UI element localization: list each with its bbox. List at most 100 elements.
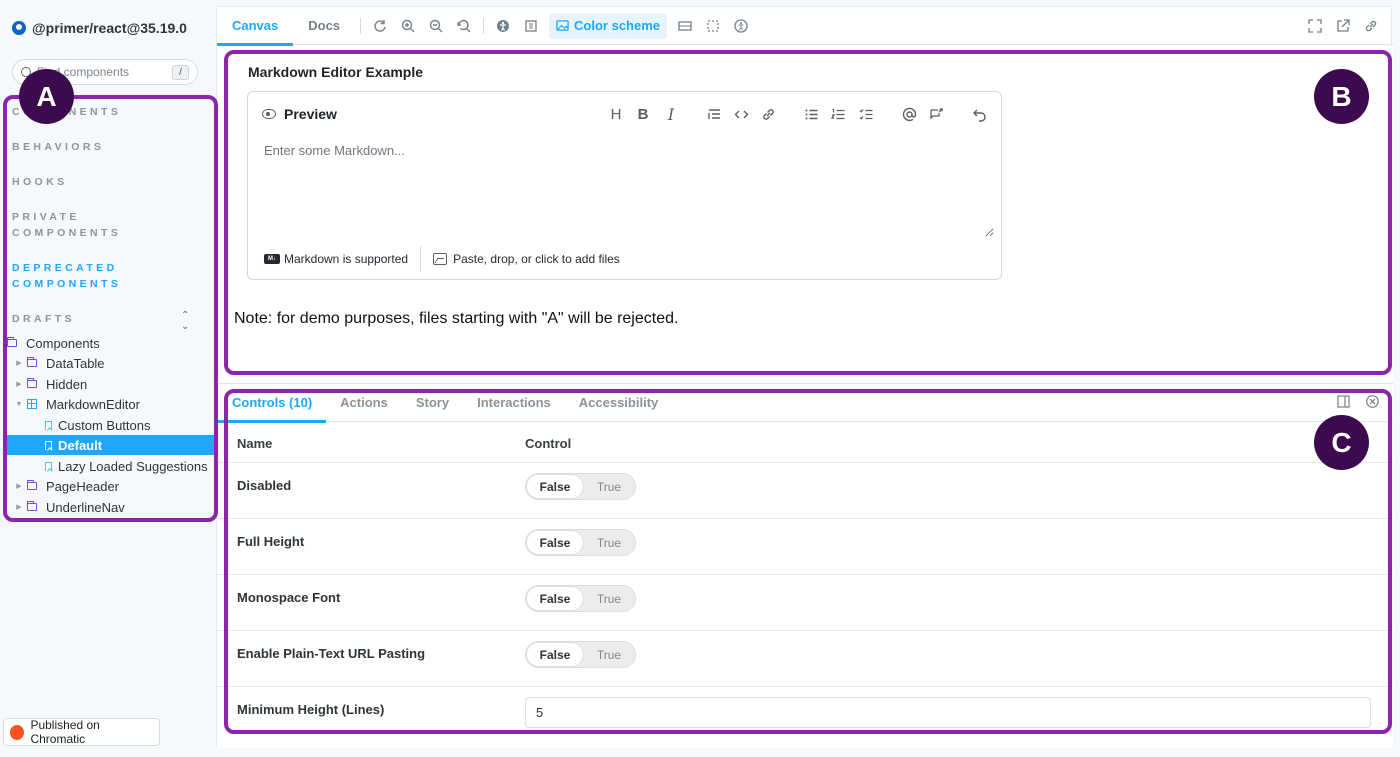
preview-button[interactable]: Preview xyxy=(262,106,337,122)
image-icon xyxy=(556,20,569,31)
tab-canvas[interactable]: Canvas xyxy=(217,7,294,46)
section-drafts[interactable]: DRAFTS xyxy=(12,311,75,327)
section-behaviors[interactable]: BEHAVIORS xyxy=(12,139,104,155)
table-row: Enable Plain-Text URL Pasting False True xyxy=(217,631,1393,687)
toggle-false[interactable]: False xyxy=(527,587,583,610)
story-default[interactable]: Default xyxy=(4,435,214,455)
boolean-toggle-url-pasting[interactable]: False True xyxy=(525,641,636,668)
measure-icon[interactable] xyxy=(699,12,727,40)
preview-label: Preview xyxy=(284,106,337,122)
open-new-tab-icon[interactable] xyxy=(1329,12,1357,40)
chromatic-label: Published on Chromatic xyxy=(30,718,100,746)
attach-files-button[interactable]: Paste, drop, or click to add files xyxy=(433,252,620,266)
toggle-false[interactable]: False xyxy=(527,643,583,666)
tree-item-label: Custom Buttons xyxy=(58,417,151,433)
tree-item-label: DataTable xyxy=(46,355,105,371)
outline-icon[interactable] xyxy=(517,12,545,40)
tree-item-datatable[interactable]: ▶ DataTable xyxy=(4,353,214,373)
ordered-list-icon[interactable] xyxy=(827,103,849,125)
caret-right-icon: ▶ xyxy=(16,504,22,511)
markdown-supported-label: Markdown is supported xyxy=(284,252,409,266)
tab-accessibility[interactable]: Accessibility xyxy=(565,384,673,422)
zoom-out-icon[interactable] xyxy=(422,12,450,40)
section-label: PRIVATE xyxy=(12,211,80,223)
toggle-true[interactable]: True xyxy=(583,592,635,606)
min-height-input[interactable] xyxy=(525,697,1371,728)
toolbar-divider xyxy=(360,17,362,34)
tab-story[interactable]: Story xyxy=(402,384,463,422)
copy-link-icon[interactable] xyxy=(1357,12,1385,40)
brand[interactable]: @primer/react@35.19.0 xyxy=(12,20,187,36)
boolean-toggle-full-height[interactable]: False True xyxy=(525,529,636,556)
italic-icon[interactable]: I xyxy=(660,103,682,125)
addons-panel: Controls (10) Actions Story Interactions… xyxy=(217,383,1393,748)
color-scheme-label: Color scheme xyxy=(574,18,661,33)
section-deprecated-components[interactable]: DEPRECATED COMPONENTS xyxy=(12,260,121,292)
tab-actions[interactable]: Actions xyxy=(326,384,402,422)
table-row: Full Height False True xyxy=(217,519,1393,575)
control-name: Minimum Height (Lines) xyxy=(237,702,385,717)
undo-icon[interactable] xyxy=(968,103,990,125)
tree-item-underlinenav[interactable]: ▶ UnderlineNav xyxy=(4,497,214,517)
bookmark-icon xyxy=(40,420,56,430)
tree-item-label: PageHeader xyxy=(46,478,119,494)
story-lazy-loaded-suggestions[interactable]: Lazy Loaded Suggestions xyxy=(4,456,214,476)
reload-icon[interactable] xyxy=(366,12,394,40)
boolean-toggle-monospace[interactable]: False True xyxy=(525,585,636,612)
tab-label: Interactions xyxy=(477,395,551,410)
panel-orientation-icon[interactable] xyxy=(1337,395,1350,408)
accessibility-icon[interactable] xyxy=(489,12,517,40)
caret-right-icon: ▶ xyxy=(16,360,22,367)
annotation-badge-a: A xyxy=(19,69,74,124)
section-private-components[interactable]: PRIVATE COMPONENTS xyxy=(12,209,121,241)
vision-icon[interactable] xyxy=(727,12,755,40)
toggle-false[interactable]: False xyxy=(527,531,583,554)
boolean-toggle-disabled[interactable]: False True xyxy=(525,473,636,500)
tree-item-label: MarkdownEditor xyxy=(46,396,140,412)
chromatic-badge[interactable]: Published on Chromatic xyxy=(3,718,160,746)
zoom-reset-icon[interactable] xyxy=(450,12,478,40)
tab-interactions[interactable]: Interactions xyxy=(463,384,565,422)
tab-docs[interactable]: Docs xyxy=(293,7,355,45)
tree-item-label: Components xyxy=(26,335,100,351)
tab-controls[interactable]: Controls (10) xyxy=(218,384,327,423)
search-shortcut: / xyxy=(172,64,189,80)
toggle-true[interactable]: True xyxy=(583,648,635,662)
tree-item-label: Hidden xyxy=(46,376,88,392)
tree-item-pageheader[interactable]: ▶ PageHeader xyxy=(4,476,214,496)
heading-icon[interactable]: H xyxy=(605,103,627,125)
color-scheme-button[interactable]: Color scheme xyxy=(549,12,668,39)
folder-icon xyxy=(24,480,40,490)
section-hooks[interactable]: HOOKS xyxy=(12,174,68,190)
controls-table: Name Control Disabled False True Full He… xyxy=(217,423,1393,743)
folder-icon xyxy=(24,357,40,367)
header-name: Name xyxy=(237,436,273,451)
story-custom-buttons[interactable]: Custom Buttons xyxy=(4,415,214,435)
task-list-icon[interactable] xyxy=(855,103,877,125)
github-icon xyxy=(12,21,26,35)
toggle-false[interactable]: False xyxy=(527,475,583,498)
unordered-list-icon[interactable] xyxy=(800,103,822,125)
tree-item-components[interactable]: Components xyxy=(4,333,214,353)
table-row: Disabled False True xyxy=(217,463,1393,519)
fullscreen-icon[interactable] xyxy=(1301,12,1329,40)
expand-collapse-icon[interactable]: ⌃ ⌄ xyxy=(181,310,189,332)
markdown-textarea[interactable] xyxy=(249,136,994,237)
tree-item-label: UnderlineNav xyxy=(46,499,125,515)
link-icon[interactable] xyxy=(757,103,779,125)
code-icon[interactable] xyxy=(730,103,752,125)
bold-icon[interactable]: B xyxy=(632,103,654,125)
toggle-true[interactable]: True xyxy=(583,480,635,494)
reference-icon[interactable] xyxy=(925,103,947,125)
toggle-true[interactable]: True xyxy=(583,536,635,550)
mention-icon[interactable] xyxy=(898,103,920,125)
markdown-supported-link[interactable]: M↓ Markdown is supported xyxy=(264,252,408,266)
tree-item-hidden[interactable]: ▶ Hidden xyxy=(4,374,214,394)
zoom-in-icon[interactable] xyxy=(394,12,422,40)
viewport-icon[interactable] xyxy=(671,12,699,40)
quote-icon[interactable] xyxy=(703,103,725,125)
tree-item-markdowneditor[interactable]: ▼ MarkdownEditor xyxy=(4,394,214,414)
folder-icon xyxy=(24,378,40,388)
addons-tabs: Controls (10) Actions Story Interactions… xyxy=(217,384,1393,423)
close-panel-icon[interactable] xyxy=(1366,395,1379,408)
